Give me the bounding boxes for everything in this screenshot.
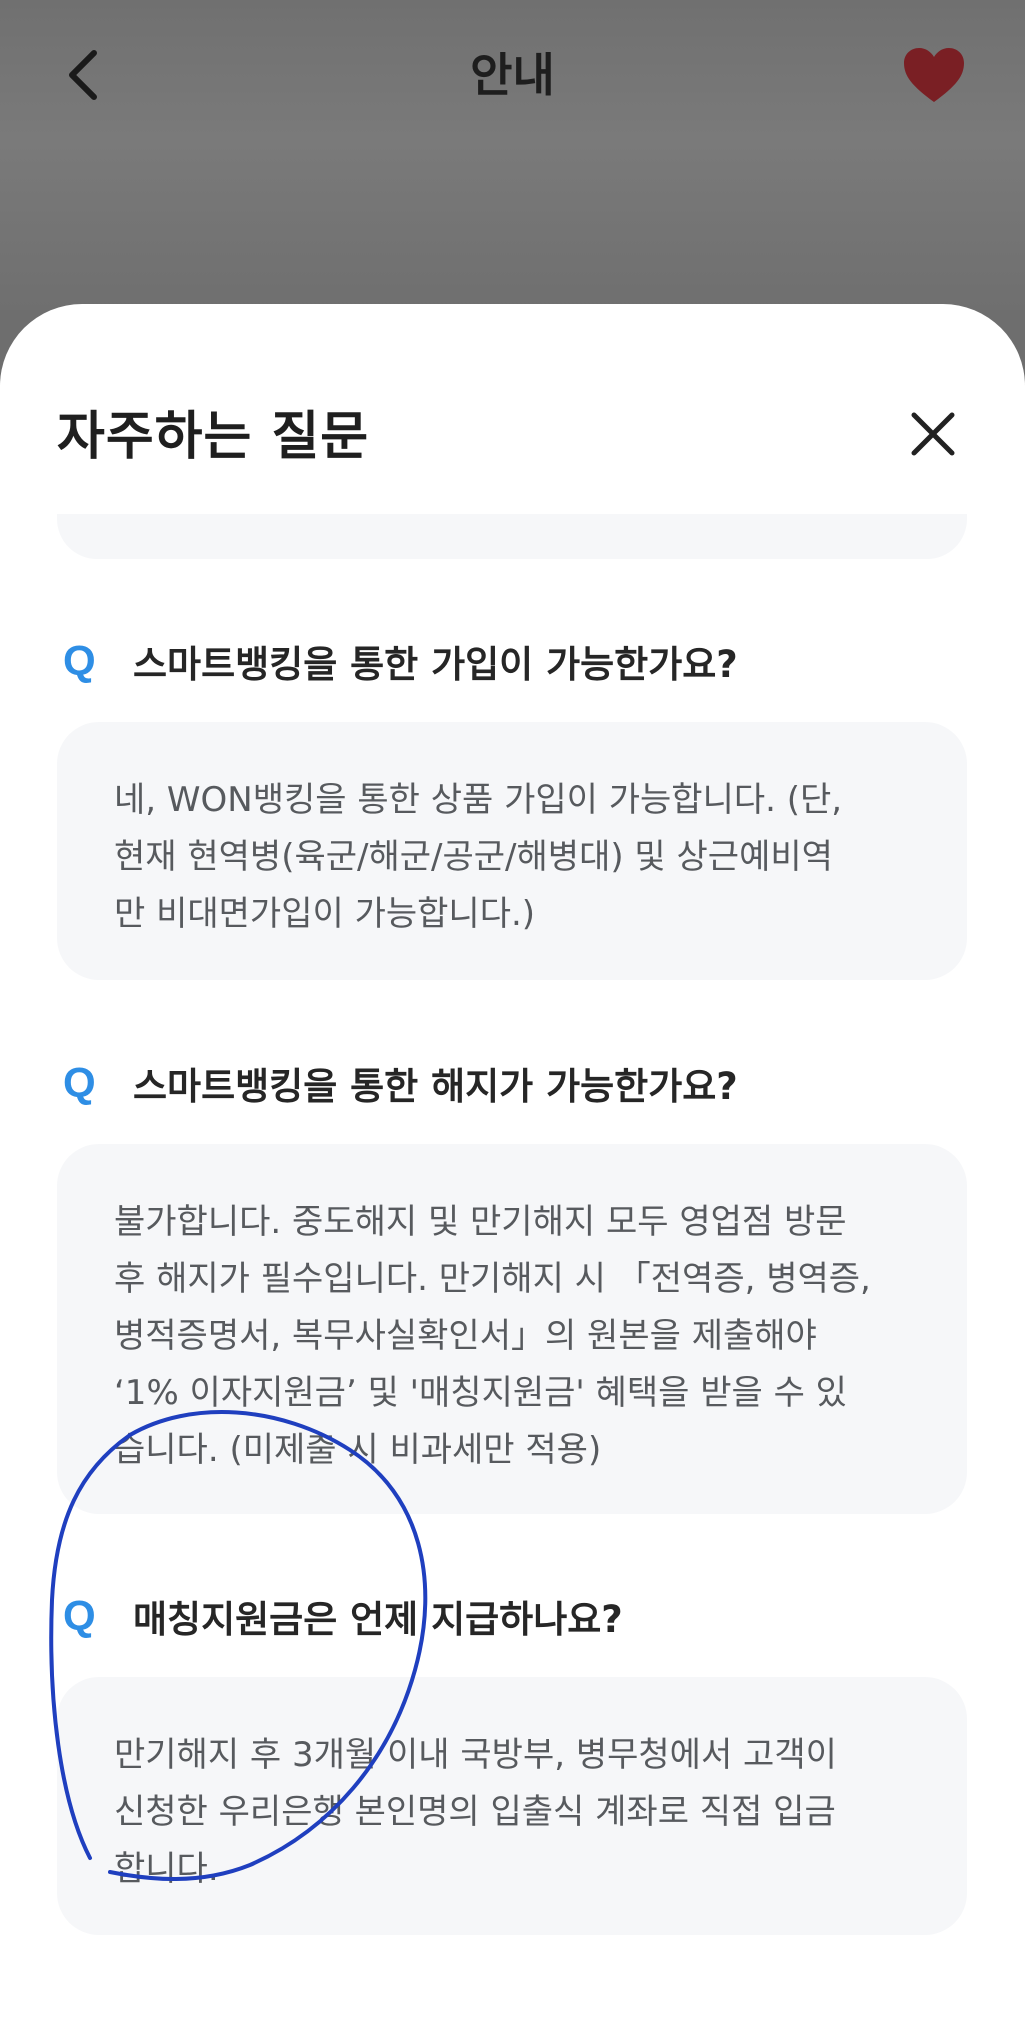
faq-answer: 네, WON뱅킹을 통한 상품 가입이 가능합니다. (단, 현재 현역병(육군…	[114, 780, 843, 934]
faq-answer: 불가합니다. 중도해지 및 만기해지 모두 영업점 방문 후 해지가 필수입니다…	[114, 1202, 871, 1470]
faq-answer-card: 만기해지 후 3개월 이내 국방부, 병무청에서 고객이 신청한 우리은행 본인…	[57, 1677, 967, 1935]
q-badge: Q	[63, 1592, 96, 1639]
sheet-title: 자주하는 질문	[57, 407, 370, 467]
close-icon	[911, 412, 955, 456]
favorite-button[interactable]	[896, 40, 972, 110]
page-title: 안내	[470, 48, 555, 102]
faq-question-row[interactable]: Q 스마트뱅킹을 통한 해지가 가능한가요?	[63, 1056, 738, 1110]
faq-question: 스마트뱅킹을 통한 가입이 가능한가요?	[133, 643, 738, 686]
faq-bottom-sheet: 자주하는 질문 Q 스마트뱅킹을 통한 가입이 가능한가요? 네, WON뱅킹을…	[0, 304, 1025, 2023]
faq-answer-card: 네, WON뱅킹을 통한 상품 가입이 가능합니다. (단, 현재 현역병(육군…	[57, 722, 967, 980]
faq-question: 매칭지원금은 언제 지급하나요?	[133, 1598, 623, 1641]
faq-question: 스마트뱅킹을 통한 해지가 가능한가요?	[133, 1065, 738, 1108]
app-header: 안내	[0, 0, 1025, 310]
heart-icon	[904, 48, 964, 102]
faq-question-row[interactable]: Q 매칭지원금은 언제 지급하나요?	[63, 1589, 623, 1643]
faq-answer-card-partial	[57, 514, 967, 559]
q-badge: Q	[63, 1059, 96, 1106]
faq-question-row[interactable]: Q 스마트뱅킹을 통한 가입이 가능한가요?	[63, 634, 738, 688]
faq-answer: 만기해지 후 3개월 이내 국방부, 병무청에서 고객이 신청한 우리은행 본인…	[114, 1735, 837, 1889]
close-button[interactable]	[900, 401, 966, 467]
faq-answer-card: 불가합니다. 중도해지 및 만기해지 모두 영업점 방문 후 해지가 필수입니다…	[57, 1144, 967, 1514]
q-badge: Q	[63, 637, 96, 684]
